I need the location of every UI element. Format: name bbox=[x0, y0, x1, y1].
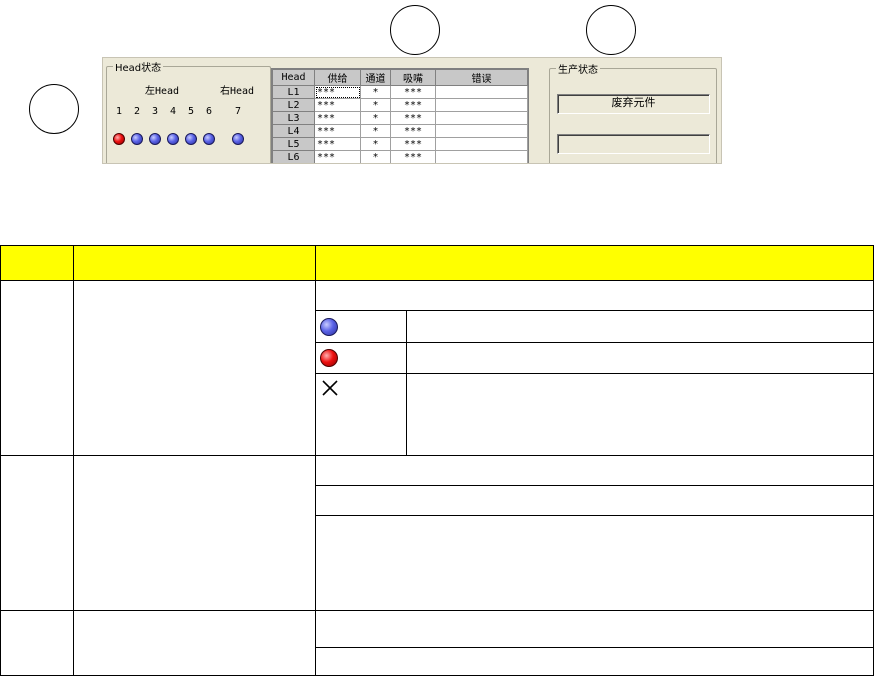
desc-cell-content bbox=[406, 310, 874, 343]
head-number-3: 3 bbox=[151, 106, 159, 117]
grid-cell-error[interactable] bbox=[435, 150, 528, 163]
head-status-title: Head状态 bbox=[113, 59, 164, 74]
table-row[interactable]: L4 *** * *** bbox=[272, 124, 528, 138]
table-row[interactable]: L1 *** * *** bbox=[272, 85, 528, 99]
status-panel: Head状态 左Head 右Head 1 2 3 4 5 6 7 Head 供给… bbox=[102, 57, 722, 164]
table-row[interactable]: L6 *** * *** bbox=[272, 150, 528, 163]
grid-cell-nozzle[interactable]: *** bbox=[390, 85, 436, 99]
grid-cell-error[interactable] bbox=[435, 85, 528, 99]
description-table bbox=[0, 245, 874, 676]
desc-cell-content bbox=[406, 373, 874, 456]
table-row[interactable]: L5 *** * *** bbox=[272, 137, 528, 151]
grid-row-head[interactable]: L3 bbox=[272, 111, 315, 125]
grid-cell-nozzle[interactable]: *** bbox=[390, 124, 436, 138]
grid-cell-nozzle[interactable]: *** bbox=[390, 111, 436, 125]
desc-cell-item bbox=[73, 610, 316, 676]
grid-cell-error[interactable] bbox=[435, 98, 528, 112]
desc-header-content bbox=[315, 245, 874, 281]
grid-row-head[interactable]: L5 bbox=[272, 137, 315, 151]
desc-cell-content bbox=[315, 647, 874, 676]
callout-circle-1 bbox=[390, 5, 440, 55]
grid-row-head[interactable]: L4 bbox=[272, 124, 315, 138]
head-number-2: 2 bbox=[133, 106, 141, 117]
grid-header-row: Head 供给 通道 吸嘴 错误 bbox=[272, 69, 528, 86]
head-led-4 bbox=[167, 133, 179, 145]
head-number-7: 7 bbox=[234, 106, 242, 117]
grid-cell-error[interactable] bbox=[435, 137, 528, 151]
grid-header-head[interactable]: Head bbox=[272, 69, 315, 86]
desc-cell-content bbox=[406, 342, 874, 374]
head-number-4: 4 bbox=[169, 106, 177, 117]
blue-led-icon bbox=[320, 317, 338, 336]
grid-header-channel[interactable]: 通道 bbox=[360, 69, 391, 86]
table-row bbox=[0, 455, 874, 611]
grid-cell-nozzle[interactable]: *** bbox=[390, 137, 436, 151]
left-head-label: 左Head bbox=[145, 86, 180, 97]
callout-circle-3 bbox=[29, 84, 79, 134]
grid-cell-feed[interactable]: *** bbox=[314, 124, 361, 138]
description-header-row bbox=[0, 245, 874, 281]
desc-cell-item bbox=[73, 455, 316, 611]
grid-row-head[interactable]: L6 bbox=[272, 150, 315, 163]
grid-cell-channel[interactable]: * bbox=[360, 111, 391, 125]
grid-cell-feed[interactable]: *** bbox=[314, 85, 361, 99]
grid-row-head[interactable]: L1 bbox=[272, 85, 315, 99]
desc-cell-content bbox=[315, 610, 874, 648]
desc-header-item bbox=[73, 245, 316, 281]
production-status-title: 生产状态 bbox=[556, 61, 600, 76]
desc-cell-no bbox=[0, 610, 74, 676]
grid-cell-channel[interactable]: * bbox=[360, 137, 391, 151]
grid-header-nozzle[interactable]: 吸嘴 bbox=[390, 69, 436, 86]
head-led-7 bbox=[232, 133, 244, 145]
grid-cell-feed[interactable]: *** bbox=[314, 150, 361, 163]
desc-icon-cell bbox=[315, 342, 407, 374]
desc-cell-no bbox=[0, 280, 74, 456]
table-row[interactable]: L3 *** * *** bbox=[272, 111, 528, 125]
grid-cell-channel[interactable]: * bbox=[360, 98, 391, 112]
head-number-5: 5 bbox=[187, 106, 195, 117]
grid-row-head[interactable]: L2 bbox=[272, 98, 315, 112]
head-led-5 bbox=[185, 133, 197, 145]
grid-cell-feed[interactable]: *** bbox=[314, 137, 361, 151]
head-led-6 bbox=[203, 133, 215, 145]
grid-header-error[interactable]: 错误 bbox=[435, 69, 528, 86]
grid-cell-error[interactable] bbox=[435, 124, 528, 138]
table-row bbox=[0, 280, 874, 456]
grid-cell-nozzle[interactable]: *** bbox=[390, 98, 436, 112]
table-row bbox=[0, 610, 874, 676]
desc-cell-content bbox=[315, 485, 874, 516]
production-status-field-2 bbox=[557, 134, 710, 154]
desc-cell-item bbox=[73, 280, 316, 456]
desc-cell-no bbox=[0, 455, 74, 611]
desc-cell-content bbox=[315, 515, 874, 611]
red-led-icon bbox=[320, 349, 338, 367]
table-row[interactable]: L2 *** * *** bbox=[272, 98, 528, 112]
desc-icon-cell bbox=[315, 310, 407, 343]
grid-cell-channel[interactable]: * bbox=[360, 124, 391, 138]
grid-cell-error[interactable] bbox=[435, 111, 528, 125]
head-led-2 bbox=[131, 133, 143, 145]
desc-header-no bbox=[0, 245, 74, 281]
grid-cell-feed[interactable]: *** bbox=[314, 98, 361, 112]
head-number-1: 1 bbox=[115, 106, 123, 117]
grid-header-feed[interactable]: 供给 bbox=[314, 69, 361, 86]
head-grid[interactable]: Head 供给 通道 吸嘴 错误 L1 *** * *** L2 *** * *… bbox=[271, 68, 529, 163]
grid-cell-channel[interactable]: * bbox=[360, 85, 391, 99]
grid-cell-feed[interactable]: *** bbox=[314, 111, 361, 125]
desc-icon-cell bbox=[315, 373, 407, 456]
callout-circle-2 bbox=[586, 5, 636, 55]
production-status-field: 废弃元件 bbox=[557, 94, 710, 114]
right-head-label: 右Head bbox=[220, 86, 255, 97]
head-led-3 bbox=[149, 133, 161, 145]
cross-icon bbox=[322, 380, 338, 396]
desc-cell-content bbox=[315, 455, 874, 486]
grid-cell-nozzle[interactable]: *** bbox=[390, 150, 436, 163]
head-number-6: 6 bbox=[205, 106, 213, 117]
head-led-1 bbox=[113, 133, 125, 145]
grid-cell-channel[interactable]: * bbox=[360, 150, 391, 163]
desc-cell-content bbox=[315, 280, 874, 311]
